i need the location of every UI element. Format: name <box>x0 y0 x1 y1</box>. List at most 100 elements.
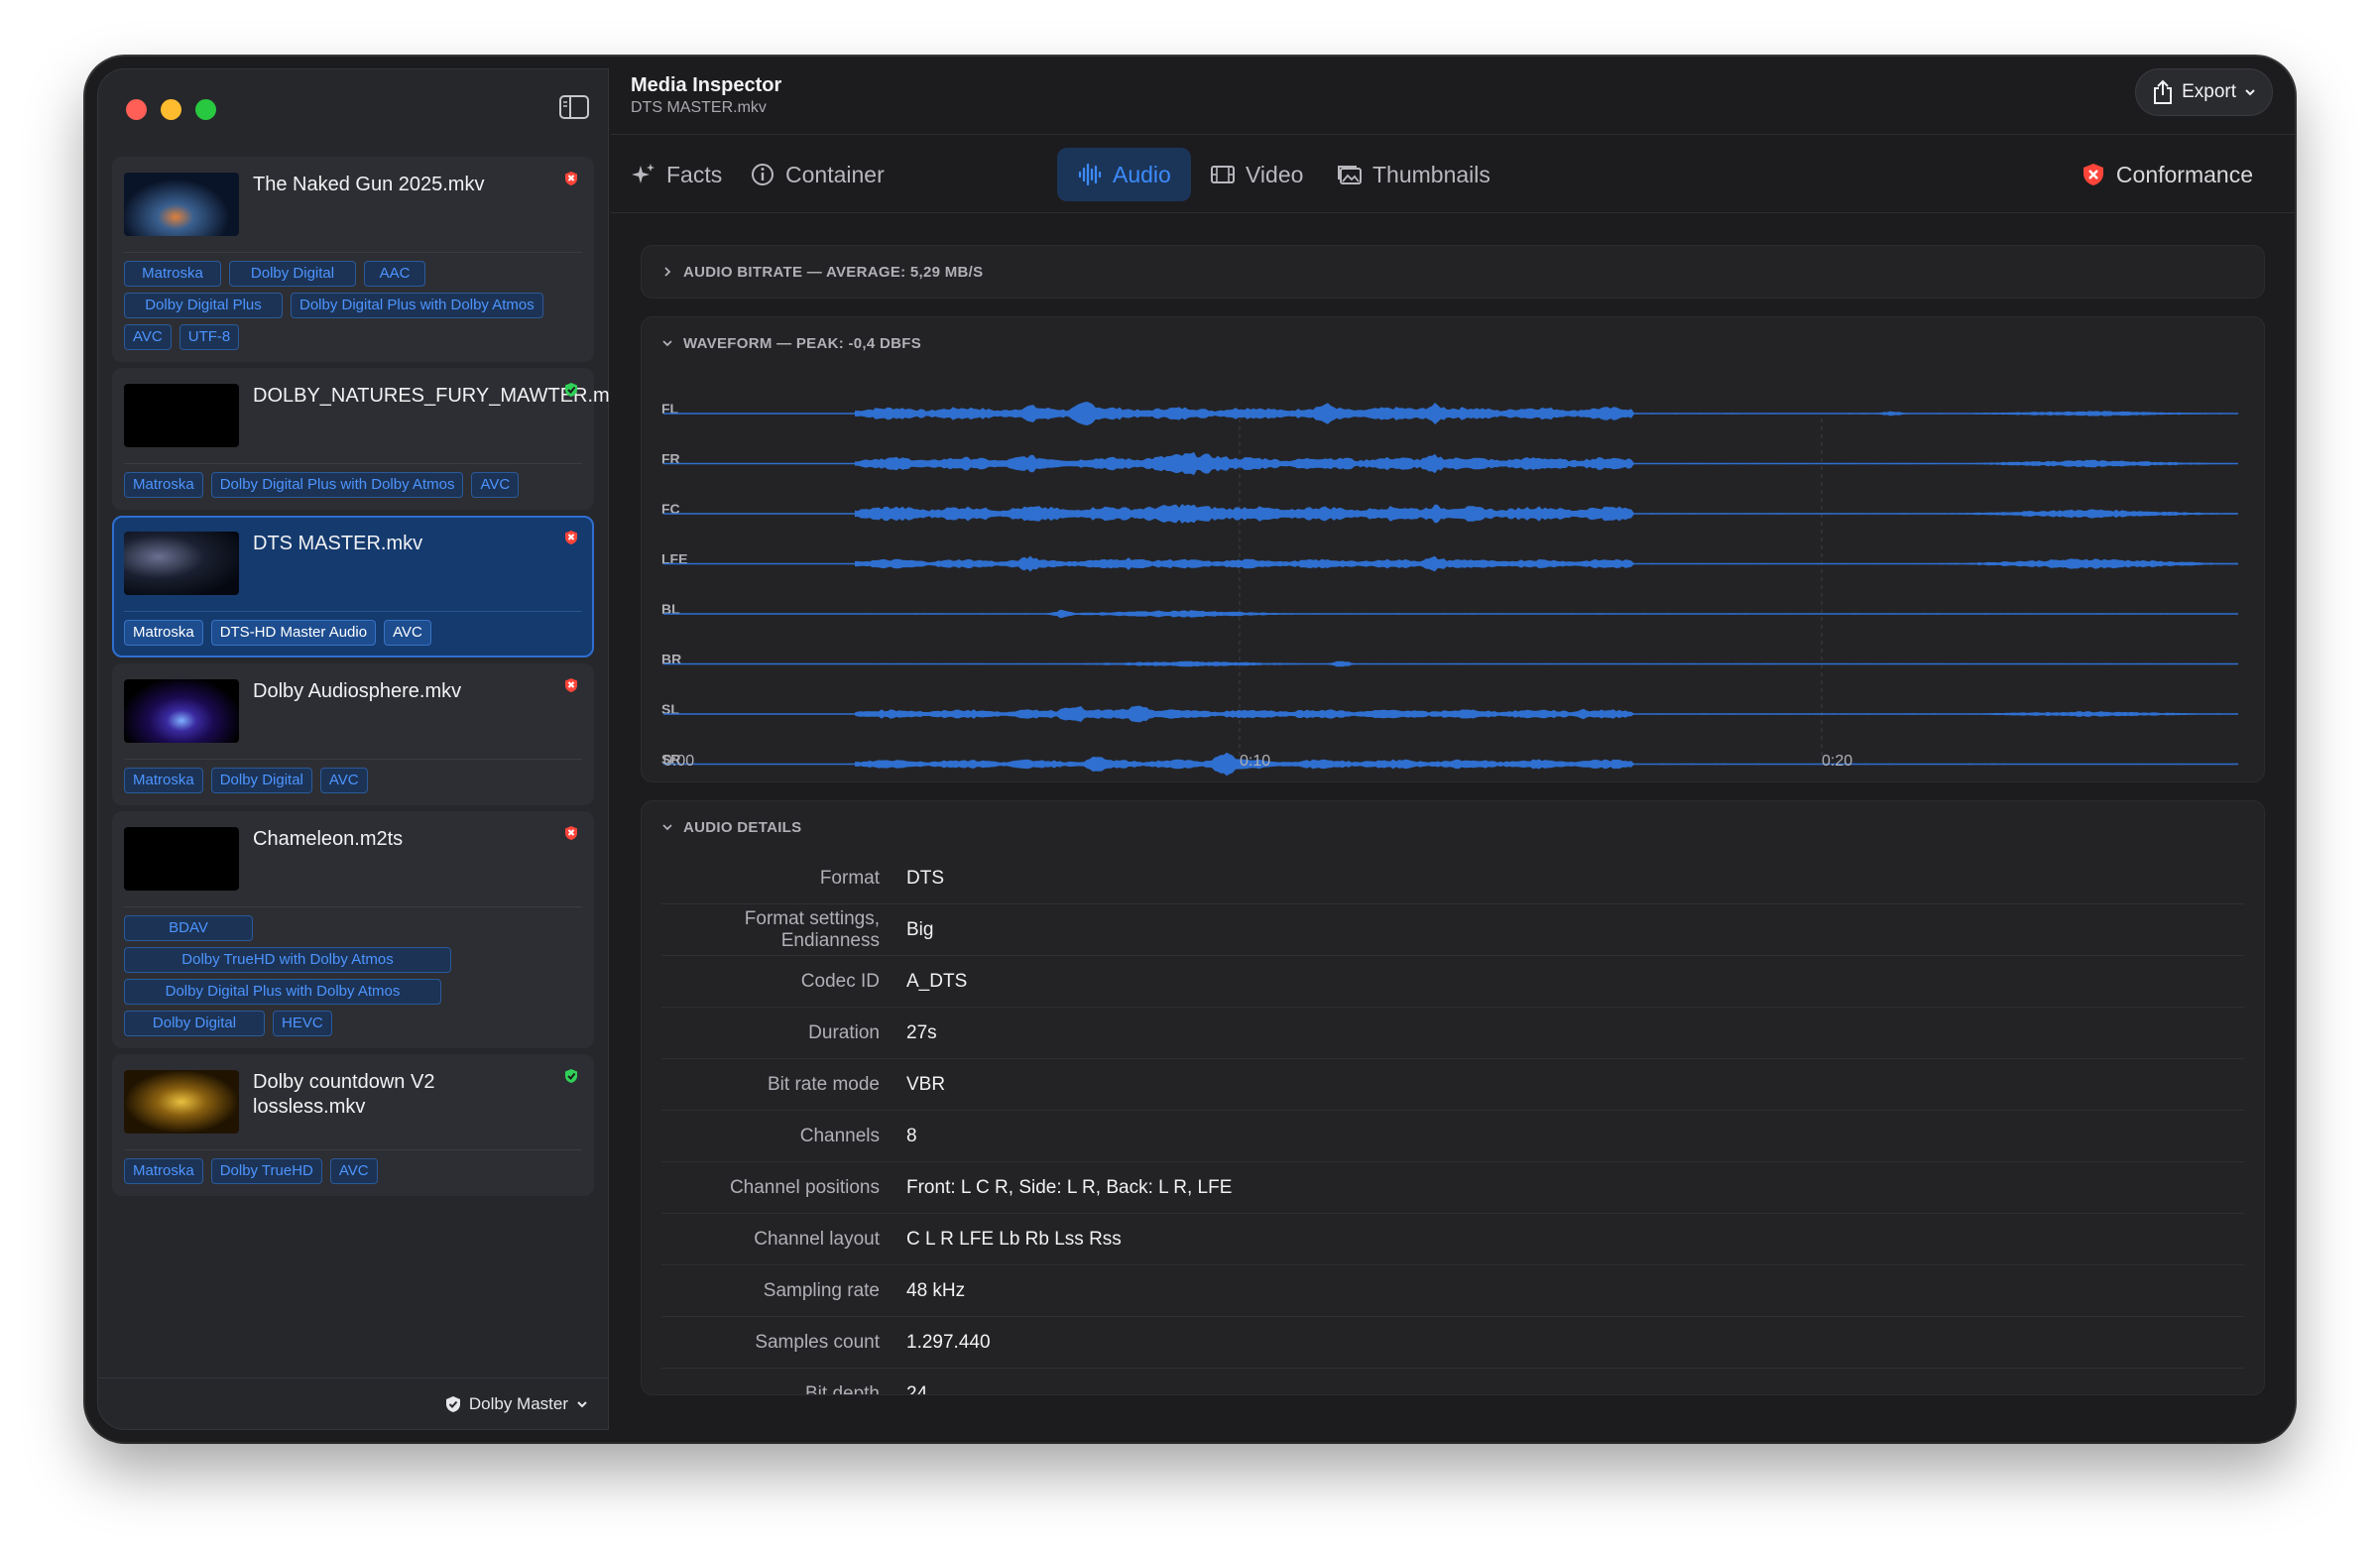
divider <box>124 463 582 464</box>
minimize-window-button[interactable] <box>161 99 181 120</box>
detail-row: Format DTS <box>661 853 2244 904</box>
file-name: Dolby Audiosphere.mkv <box>253 680 462 702</box>
format-tags: Matroska Dolby Digital AAC Dolby Digital Pl… <box>114 261 592 360</box>
detail-label: Channel positions <box>729 1176 880 1198</box>
sidebar-toggle-icon[interactable] <box>558 93 590 121</box>
format-tag: Dolby Digital Plus with Dolby Atmos <box>291 293 543 318</box>
file-list-item[interactable]: DTS MASTER.mkv Matroska DTS-HD Master Audi… <box>112 516 594 658</box>
format-tag: HEVC <box>273 1011 332 1036</box>
format-tag: AVC <box>384 620 431 646</box>
detail-value: 1.297.440 <box>906 1331 991 1353</box>
close-window-button[interactable] <box>126 99 147 120</box>
details-header: AUDIO DETAILS <box>683 818 802 836</box>
main-pane: Media Inspector DTS MASTER.mkv Export Fa… <box>611 57 2295 1442</box>
detail-row: Bit depth 24 <box>661 1369 2244 1395</box>
tab-label: Thumbnails <box>1372 161 1490 187</box>
app-title: Media Inspector <box>631 74 782 96</box>
tab-label: Video <box>1246 161 1304 187</box>
tab-thumbnails[interactable]: Thumbnails <box>1317 148 1510 201</box>
detail-value: VBR <box>906 1073 946 1095</box>
channel-waveform <box>855 504 2238 524</box>
zoom-window-button[interactable] <box>195 99 216 120</box>
detail-label: Samples count <box>755 1331 880 1353</box>
format-tag: Dolby TrueHD <box>210 1158 322 1184</box>
format-tag: Dolby Digital Plus with Dolby Atmos <box>124 979 441 1005</box>
format-tag: AVC <box>319 768 368 793</box>
pass-shield-icon <box>565 383 577 397</box>
format-tag: DTS-HD Master Audio <box>210 620 377 646</box>
video-thumbnail <box>124 173 239 236</box>
tab-conformance[interactable]: Conformance <box>2061 148 2273 201</box>
detail-value: 48 kHz <box>906 1279 966 1301</box>
waveform-panel: WAVEFORM — PEAK: -0,4 DBFS FL FR FC LFE BL BR… <box>641 316 2265 782</box>
file-list-item[interactable]: DOLBY_NATURES_FURY_MAWTER.mkv Matroska Dol… <box>112 368 630 510</box>
tab-facts[interactable]: Facts <box>611 148 742 201</box>
audio-content: AUDIO BITRATE — AVERAGE: 5,29 MB/S WAVEF… <box>641 245 2265 1413</box>
file-list-item[interactable]: Dolby Audiosphere.mkv Matroska Dolby Digit… <box>112 663 594 805</box>
format-tags: Matroska DTS-HD Master Audio AVC <box>114 620 592 656</box>
format-tag: BDAV <box>124 915 253 941</box>
chevron-down-icon <box>2245 89 2255 96</box>
detail-label: Codec ID <box>800 970 880 992</box>
chevron-down-icon <box>662 824 672 831</box>
export-label: Export <box>2182 81 2236 102</box>
fail-shield-icon <box>565 678 577 692</box>
file-name: Dolby countdown V2 lossless.mkv <box>253 1071 435 1118</box>
file-list-item[interactable]: Dolby countdown V2 lossless.mkv Matroska D… <box>112 1054 594 1196</box>
format-tags: Matroska Dolby Digital AVC <box>114 768 592 803</box>
format-tag: Matroska <box>124 472 203 498</box>
format-tag: AAC <box>364 261 425 287</box>
film-icon <box>1211 166 1235 183</box>
file-list-item[interactable]: The Naked Gun 2025.mkv Matroska Dolby Digi… <box>112 157 594 362</box>
profile-selector[interactable]: Dolby Master <box>98 1377 608 1429</box>
video-thumbnail <box>124 532 239 595</box>
format-tag: Matroska <box>124 620 203 646</box>
tab-bar: Facts Container Audio Video Thumbnails C… <box>611 134 2295 213</box>
bitrate-panel[interactable]: AUDIO BITRATE — AVERAGE: 5,29 MB/S <box>641 245 2265 299</box>
detail-row: Bit rate mode VBR <box>661 1059 2244 1111</box>
file-list: The Naked Gun 2025.mkv Matroska Dolby Digi… <box>112 157 630 1202</box>
detail-label: Duration <box>808 1021 880 1043</box>
waveform-graph: FLFRFCLFEBLBRSLSR0:00 0:10 0:20 <box>661 401 2238 777</box>
chevron-right-icon <box>664 267 671 277</box>
title-block: Media Inspector DTS MASTER.mkv <box>631 74 781 117</box>
export-button[interactable]: Export <box>2135 68 2273 116</box>
details-disclosure[interactable]: AUDIO DETAILS <box>642 801 2264 853</box>
detail-row: Sampling rate 48 kHz <box>661 1265 2244 1317</box>
tab-label: Facts <box>666 161 723 187</box>
tab-label: Container <box>785 161 885 187</box>
pass-shield-icon <box>565 1069 577 1083</box>
info-icon <box>752 164 774 185</box>
bitrate-header: AUDIO BITRATE — AVERAGE: 5,29 MB/S <box>683 263 984 281</box>
tab-container[interactable]: Container <box>730 148 904 201</box>
detail-value: 24 <box>906 1382 928 1395</box>
divider <box>124 906 582 907</box>
detail-value: Front: L C R, Side: L R, Back: L R, LFE <box>906 1176 1233 1198</box>
detail-row: Channel layout C L R LFE Lb Rb Lss Rss <box>661 1214 2244 1265</box>
format-tag: AVC <box>329 1158 378 1184</box>
detail-label: Channel layout <box>754 1228 880 1250</box>
window-controls <box>126 99 216 120</box>
profile-label: Dolby Master <box>468 1393 568 1413</box>
file-name: Chameleon.m2ts <box>253 828 404 850</box>
divider <box>124 1149 582 1150</box>
audio-details-panel: AUDIO DETAILS Format DTS Format settings, … <box>641 800 2265 1395</box>
time-label: 0:10 <box>1240 753 1270 770</box>
chevron-down-icon <box>662 340 672 347</box>
tab-video[interactable]: Video <box>1190 148 1323 201</box>
detail-value: 27s <box>906 1021 937 1043</box>
format-tag: UTF-8 <box>178 324 240 350</box>
file-list-item[interactable]: Chameleon.m2ts BDAV Dolby TrueHD with Dolb… <box>112 811 594 1048</box>
video-thumbnail <box>124 679 239 743</box>
detail-value: DTS <box>906 867 944 889</box>
channel-waveform <box>855 752 2238 777</box>
fail-shield-icon <box>565 172 577 185</box>
waveform-disclosure[interactable]: WAVEFORM — PEAK: -0,4 DBFS <box>642 317 2264 369</box>
file-name: DTS MASTER.mkv <box>253 533 423 554</box>
format-tag: Matroska <box>124 1158 203 1184</box>
detail-value: Big <box>906 918 934 940</box>
detail-label: Sampling rate <box>763 1279 880 1301</box>
detail-label: Channels <box>799 1125 880 1146</box>
tab-audio[interactable]: Audio <box>1057 148 1191 201</box>
file-name: DOLBY_NATURES_FURY_MAWTER.mkv <box>253 385 630 407</box>
